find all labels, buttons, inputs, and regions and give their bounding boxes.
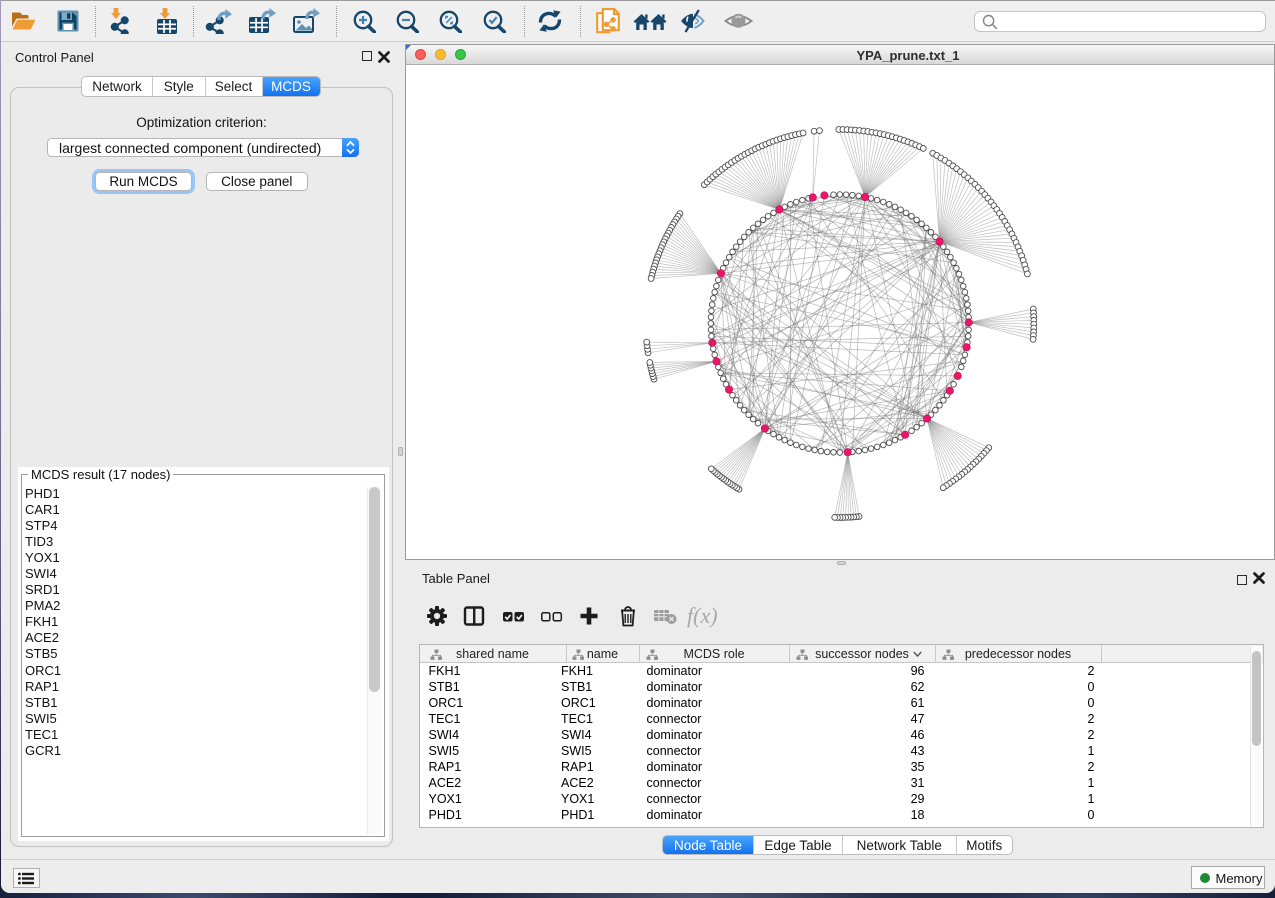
- svg-text:f(x): f(x): [687, 603, 718, 628]
